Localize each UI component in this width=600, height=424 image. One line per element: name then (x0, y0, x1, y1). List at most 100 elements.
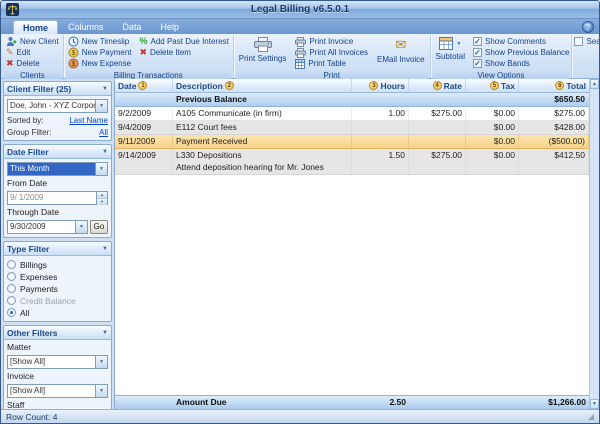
band-total: $650.50 (519, 93, 589, 107)
previous-balance-band[interactable]: Previous Balance $650.50 (115, 93, 589, 107)
tab-help[interactable]: Help (152, 20, 189, 34)
percent-plus-icon: % (139, 37, 147, 46)
group-filter-label: Group Filter: (7, 128, 51, 137)
ribbon: New Client ✎ Edit ✖ Delete Clients (1, 34, 599, 79)
new-timeslip-button[interactable]: New Timeslip (66, 36, 134, 47)
print-settings-button[interactable]: Print Settings (236, 36, 290, 63)
column-header-total[interactable]: 6 Total (519, 79, 589, 92)
table-row-payment[interactable]: 9/11/2009 Payment Received $0.00 ($500.0… (115, 135, 589, 149)
print-invoice-button[interactable]: Print Invoice (293, 36, 370, 47)
checkbox-search-footer[interactable]: Search Footer (574, 36, 600, 47)
email-invoice-button[interactable]: ✉ EMail Invoice (374, 36, 428, 64)
date-filter-header[interactable]: Date Filter ▼ (4, 145, 111, 159)
table-row[interactable]: 9/2/2009 A105 Communicate (in firm) 1.00… (115, 107, 589, 121)
delete-item-button[interactable]: ✖ Delete Item (137, 47, 230, 58)
tab-home[interactable]: Home (13, 20, 58, 34)
help-button[interactable]: ? (582, 21, 594, 33)
row-count: Row Count: 4 (6, 412, 58, 422)
svg-text:$: $ (71, 61, 75, 68)
print-all-invoices-button[interactable]: Print All Invoices (293, 47, 370, 58)
type-filter-header[interactable]: Type Filter ▼ (4, 242, 111, 256)
column-order-badge: 1 (138, 81, 147, 90)
client-select[interactable]: Doe, John - XYZ Corporation ▼ (7, 99, 108, 113)
subtotal-button[interactable]: ▼ Subtotal (433, 36, 468, 61)
column-header-tax[interactable]: 5 Tax (466, 79, 519, 92)
checkbox-show-bands[interactable]: ✓ Show Bands (473, 58, 570, 69)
sorted-by-link[interactable]: Last Name (69, 116, 108, 125)
new-client-button[interactable]: New Client (4, 36, 61, 47)
tab-data[interactable]: Data (114, 20, 151, 34)
filter-sidebar: Client Filter (25) ▼ Doe, John - XYZ Cor… (1, 79, 114, 409)
vertical-scrollbar[interactable]: ▲ ▼ (589, 79, 599, 409)
scroll-up-icon[interactable]: ▲ (590, 79, 599, 89)
go-button[interactable]: Go (90, 220, 108, 234)
radio-payments[interactable]: Payments (7, 283, 108, 294)
radio-billings[interactable]: Billings (7, 259, 108, 270)
type-filter-panel: Type Filter ▼ Billings Expenses Payments (3, 241, 112, 322)
resize-grip-icon[interactable]: ◢ (588, 413, 594, 421)
column-header-description[interactable]: Description 2 (173, 79, 352, 92)
edit-button[interactable]: ✎ Edit (4, 47, 61, 58)
printer-icon (254, 37, 272, 52)
table-row[interactable]: 9/14/2009 L330 Depositions Attend deposi… (115, 149, 589, 175)
ribbon-group-print: Print Settings Print Invoice Print All I… (234, 35, 431, 78)
column-order-badge: 4 (433, 81, 442, 90)
radio-all[interactable]: All (7, 307, 108, 318)
table-header-row: Date 1 Description 2 3 Hours 4 Rate (115, 79, 589, 93)
amount-due-footer: Amount Due 2.50 $1,266.00 (115, 395, 589, 409)
group-filter-link[interactable]: All (99, 128, 108, 137)
from-date-input[interactable]: 9/ 1/2009 ▲▼ (7, 191, 108, 205)
checkbox-box-checked: ✓ (473, 59, 482, 68)
other-filters-header[interactable]: Other Filters ▼ (4, 326, 111, 340)
scroll-down-icon[interactable]: ▼ (590, 399, 599, 409)
spin-up-icon[interactable]: ▲ (97, 192, 107, 199)
through-date-label: Through Date (7, 208, 108, 217)
expense-coin-icon: $ (68, 58, 79, 69)
printer-icon (295, 37, 306, 47)
billing-grid-area: Date 1 Description 2 3 Hours 4 Rate (114, 79, 599, 409)
band-label: Previous Balance (173, 93, 352, 107)
date-preset-select[interactable]: This Month ▼ (7, 162, 108, 176)
invoice-select[interactable]: [Show All] ▼ (7, 384, 108, 398)
checkbox-box-checked: ✓ (473, 48, 482, 57)
through-date-input[interactable]: 9/30/2009 ▼ (7, 220, 88, 234)
add-past-due-interest-button[interactable]: % Add Past Due Interest (137, 36, 230, 47)
date-spinner[interactable]: ▲▼ (96, 192, 107, 204)
invoice-label: Invoice (7, 372, 108, 381)
tab-columns[interactable]: Columns (59, 20, 113, 34)
column-order-badge: 2 (225, 81, 234, 90)
other-filters-panel: Other Filters ▼ Matter [Show All] ▼ Invo… (3, 325, 112, 409)
chevron-down-icon: ▼ (456, 41, 461, 47)
radio-expenses[interactable]: Expenses (7, 271, 108, 282)
amount-due-label: Amount Due (173, 396, 352, 409)
chevron-down-icon: ▼ (75, 221, 87, 233)
subtotal-table-icon (439, 37, 453, 50)
radio-dot (7, 284, 16, 293)
new-payment-button[interactable]: $ New Payment (66, 47, 134, 58)
checkbox-show-comments[interactable]: ✓ Show Comments (473, 36, 570, 47)
chevron-down-icon: ▼ (102, 86, 108, 92)
radio-dot (7, 260, 16, 269)
delete-button[interactable]: ✖ Delete (4, 58, 61, 69)
column-order-badge: 6 (555, 81, 564, 90)
matter-select[interactable]: [Show All] ▼ (7, 355, 108, 369)
window-title: Legal Billing v6.5.0.1 (23, 4, 577, 15)
table-row[interactable]: 9/4/2009 E112 Court fees $0.00 $428.00 (115, 121, 589, 135)
print-table-button[interactable]: Print Table (293, 58, 370, 69)
checkbox-show-previous-balance[interactable]: ✓ Show Previous Balance (473, 47, 570, 58)
new-expense-button[interactable]: $ New Expense (66, 58, 134, 69)
chevron-down-icon: ▼ (102, 149, 108, 155)
column-header-rate[interactable]: 4 Rate (409, 79, 466, 92)
svg-text:$: $ (71, 50, 75, 57)
radio-dot-selected (7, 308, 16, 317)
spin-down-icon[interactable]: ▼ (97, 199, 107, 205)
table-grid-icon (295, 59, 305, 69)
date-filter-panel: Date Filter ▼ This Month ▼ From Date 9/ … (3, 144, 112, 238)
ribbon-tab-row: Home Columns Data Help (1, 19, 599, 34)
checkbox-box-checked: ✓ (473, 37, 482, 46)
column-header-date[interactable]: Date 1 (115, 79, 173, 92)
sorted-by-label: Sorted by: (7, 116, 43, 125)
column-header-hours[interactable]: 3 Hours (352, 79, 409, 92)
column-order-badge: 5 (490, 81, 499, 90)
client-filter-header[interactable]: Client Filter (25) ▼ (4, 82, 111, 96)
